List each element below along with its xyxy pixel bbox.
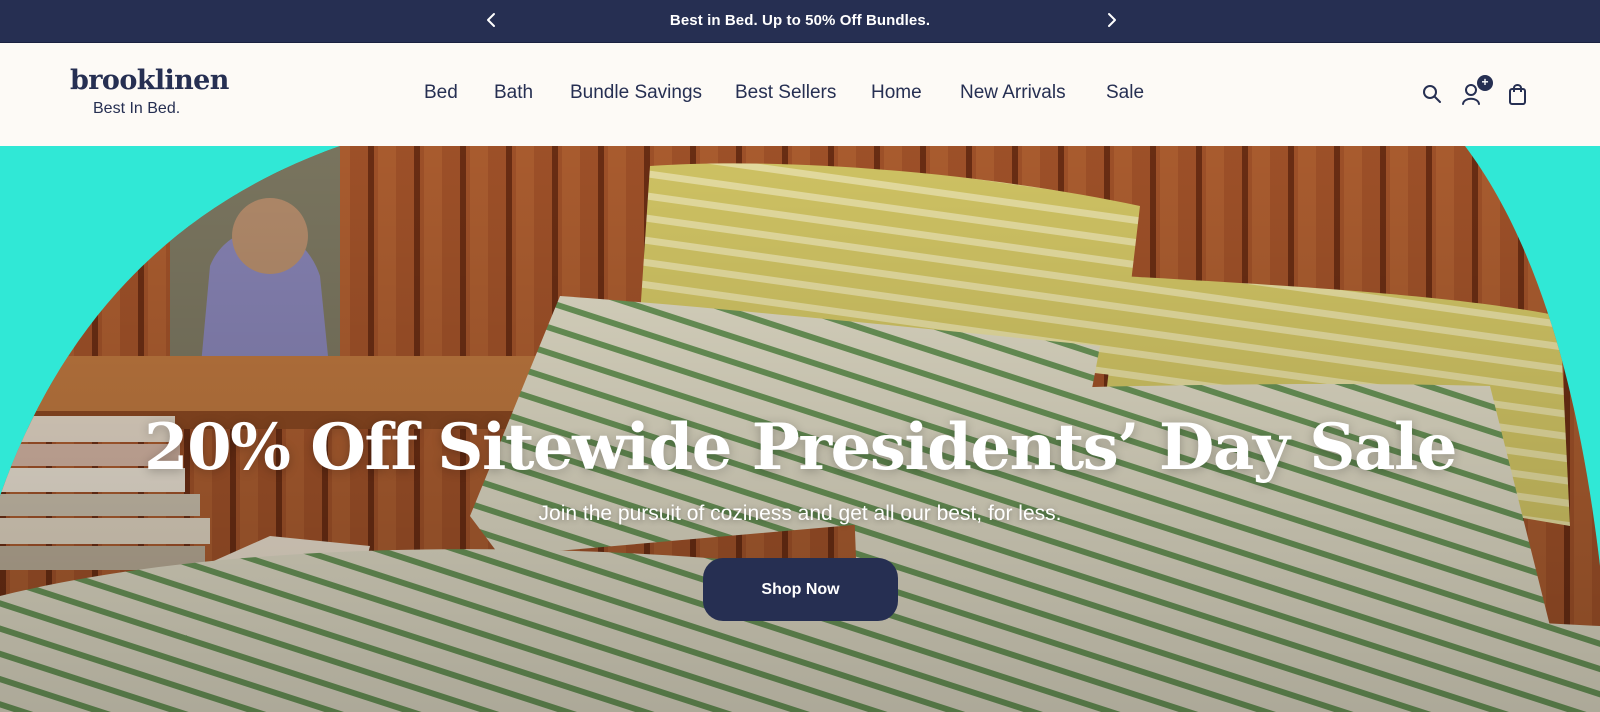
shop-now-button[interactable]: Shop Now: [703, 558, 898, 621]
hero-banner: 20% Off Sitewide Presidents’ Day Sale Jo…: [0, 146, 1600, 712]
nav-item-new-arrivals[interactable]: New Arrivals: [960, 82, 1066, 104]
hero-subtitle: Join the pursuit of coziness and get all…: [538, 502, 1062, 525]
announcement-text[interactable]: Best in Bed. Up to 50% Off Bundles.: [0, 12, 1600, 29]
nav-item-bed[interactable]: Bed: [424, 82, 458, 104]
nav-item-best-sellers[interactable]: Best Sellers: [735, 82, 836, 104]
account-badge: +: [1477, 75, 1493, 91]
nav-item-bundle-savings[interactable]: Bundle Savings: [570, 82, 702, 104]
nav-item-bath[interactable]: Bath: [494, 82, 533, 104]
chevron-right-icon[interactable]: [1101, 9, 1123, 31]
nav-item-home[interactable]: Home: [871, 82, 922, 104]
announcement-bar: Best in Bed. Up to 50% Off Bundles.: [0, 0, 1600, 43]
account-icon[interactable]: +: [1461, 75, 1493, 106]
main-nav: Bed Bath Bundle Savings Best Sellers Hom…: [0, 82, 1600, 110]
site-header: brooklinen Best In Bed. Bed Bath Bundle …: [0, 43, 1600, 146]
nav-item-sale[interactable]: Sale: [1106, 82, 1144, 104]
shopping-bag-icon[interactable]: [1507, 82, 1529, 106]
hero-title: 20% Off Sitewide Presidents’ Day Sale: [144, 410, 1457, 485]
search-icon[interactable]: [1421, 83, 1443, 105]
